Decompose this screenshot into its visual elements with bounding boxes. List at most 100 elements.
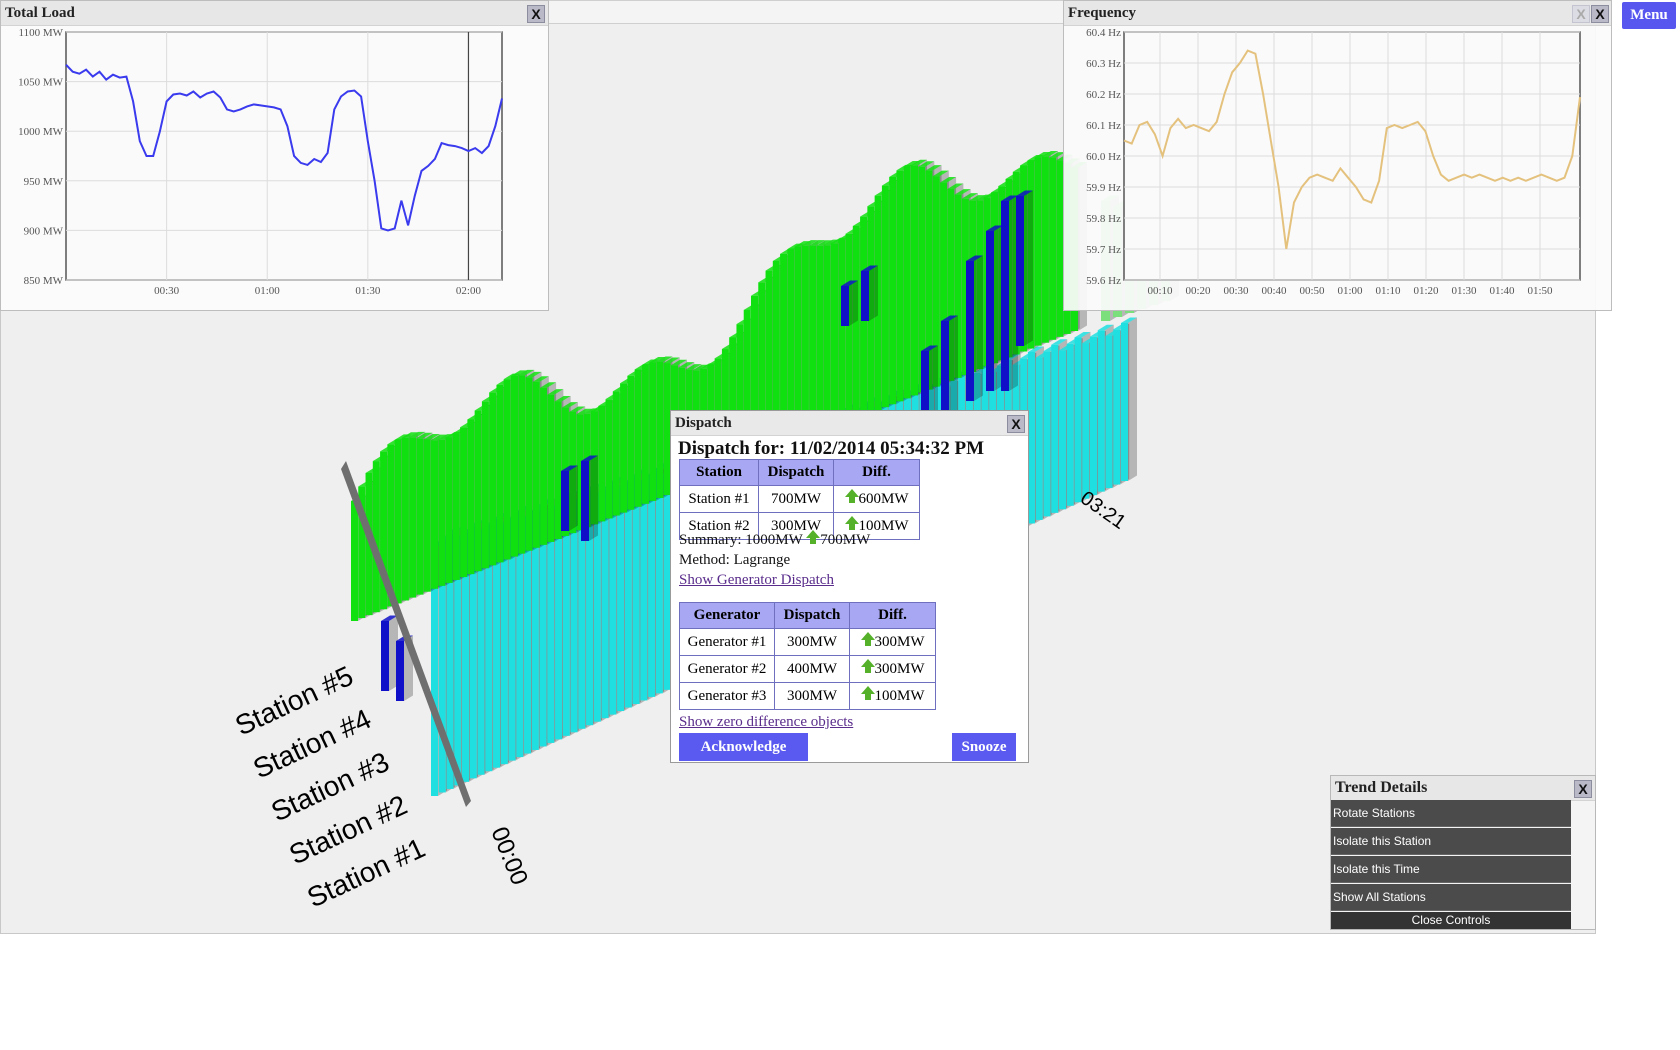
cyan-bar	[1121, 323, 1128, 481]
summary-text: Summary: 1000MW	[679, 532, 803, 548]
cyan-bar	[617, 488, 625, 712]
green-bar	[532, 381, 540, 548]
blue-bar-side	[589, 455, 598, 541]
generator-table: Generator Dispatch Diff. Generator #1 30…	[679, 602, 936, 710]
station-diff: 600MW	[833, 485, 920, 513]
show-generator-dispatch-link[interactable]: Show Generator Dispatch	[679, 572, 834, 589]
green-bar	[903, 166, 911, 399]
column-header: Diff.	[833, 459, 920, 486]
green-bar	[1034, 157, 1042, 346]
green-bar	[372, 461, 380, 613]
green-bar	[474, 410, 482, 572]
cyan-bar	[1027, 351, 1035, 524]
green-bar	[481, 401, 489, 569]
summary-diff: 700MW	[820, 532, 871, 548]
rotate-stations-button[interactable]: Rotate Stations	[1331, 800, 1571, 827]
green-bar	[547, 394, 555, 542]
green-bar	[460, 427, 468, 578]
green-bar	[896, 170, 904, 402]
cyan-bar	[601, 488, 609, 719]
isolate-time-button[interactable]: Isolate this Time	[1331, 856, 1571, 883]
frequency-title[interactable]: Frequency	[1064, 1, 1611, 26]
cyan-bar	[1058, 350, 1066, 510]
total-load-chart: 1100 MW 1050 MW 1000 MW 950 MW 900 MW 850 MW 0…	[18, 27, 503, 297]
x-tick-label: 01:40	[1489, 285, 1515, 297]
cyan-bar	[624, 481, 632, 708]
green-bar	[525, 377, 533, 551]
cyan-bar	[1097, 330, 1105, 492]
green-bar	[554, 401, 562, 539]
acknowledge-button[interactable]: Acknowledge	[679, 733, 808, 761]
cyan-bar	[1074, 337, 1082, 503]
snooze-button[interactable]: Snooze	[952, 733, 1016, 761]
blue-bar	[966, 261, 974, 401]
green-bar	[452, 433, 460, 580]
frequency-chart: 60.4 Hz 60.3 Hz 60.2 Hz 60.1 Hz 60.0 Hz 59.9 …	[1086, 27, 1581, 297]
generator-diff-value: 100MW	[874, 687, 925, 704]
trend-details-title[interactable]: Trend Details	[1331, 776, 1595, 801]
green-bar	[431, 440, 438, 589]
green-bar	[612, 391, 620, 516]
total-load-panel: Total Load X 1100 MW 1050 MW 1000 MW 950 MW…	[0, 0, 549, 311]
show-all-stations-button[interactable]: Show All Stations	[1331, 884, 1571, 911]
arrow-up-icon	[860, 658, 875, 673]
frequency-close-faded-button[interactable]: X	[1572, 5, 1590, 23]
table-row: Station #1 700MW 600MW	[679, 485, 920, 513]
cyan-bar	[1089, 336, 1097, 496]
green-bar	[351, 501, 358, 621]
blue-bar	[1001, 201, 1009, 391]
frequency-close-button[interactable]: X	[1591, 5, 1609, 23]
blue-bar-side	[569, 465, 578, 531]
x-tick-label: 00:20	[1185, 285, 1211, 297]
green-bar	[823, 245, 831, 431]
generator-diff: 100MW	[849, 682, 936, 710]
green-bar	[656, 361, 664, 498]
x-tick-label: 01:00	[1337, 285, 1363, 297]
x-tick-label: 01:00	[255, 285, 281, 297]
blue-bar	[861, 271, 869, 321]
frequency-panel: Frequency X X 60.4 Hz 60.3 Hz 60.2 Hz 60.1 …	[1063, 0, 1612, 311]
y-tick-label: 1000 MW	[18, 126, 64, 138]
blue-bar	[1016, 196, 1024, 346]
trend-details-panel: Trend Details X Rotate Stations Isolate …	[1330, 775, 1596, 930]
dispatch-title[interactable]: Dispatch	[671, 411, 1028, 436]
y-tick-label: 900 MW	[24, 225, 64, 237]
x-tick-label: 00:30	[1223, 285, 1249, 297]
green-bar	[598, 406, 606, 522]
close-controls-button[interactable]: Close Controls	[1331, 912, 1571, 929]
generator-name: Generator #1	[679, 628, 775, 656]
station-table-header: Station Dispatch Diff.	[679, 459, 920, 486]
green-bar	[634, 369, 642, 507]
green-bar	[518, 375, 526, 554]
x-tick-label: 01:30	[1451, 285, 1477, 297]
dispatch-close-button[interactable]: X	[1007, 415, 1025, 433]
cyan-bar	[570, 502, 578, 733]
menu-button[interactable]: Menu	[1622, 2, 1676, 29]
top-strip	[549, 0, 1063, 24]
green-bar	[445, 437, 453, 583]
total-load-close-button[interactable]: X	[527, 5, 545, 23]
generator-diff: 300MW	[849, 655, 936, 683]
y-tick-label: 59.8 Hz	[1086, 213, 1121, 225]
generator-dispatch: 300MW	[774, 628, 850, 656]
green-bar	[809, 245, 817, 437]
show-zero-difference-link[interactable]: Show zero difference objects	[679, 714, 853, 731]
total-load-title[interactable]: Total Load	[1, 1, 548, 26]
generator-diff: 300MW	[849, 628, 936, 656]
cyan-bar	[1035, 357, 1043, 520]
blue-bar	[396, 641, 404, 701]
green-bar	[423, 439, 431, 592]
blue-bar	[561, 471, 569, 531]
column-header: Diff.	[849, 602, 936, 629]
column-header: Dispatch	[758, 459, 834, 486]
station-name: Station #1	[679, 485, 759, 513]
x-tick-label: 00:40	[1261, 285, 1287, 297]
cyan-bar	[1066, 343, 1074, 506]
y-tick-label: 59.7 Hz	[1086, 244, 1121, 256]
generator-table-header: Generator Dispatch Diff.	[679, 602, 936, 629]
isolate-station-button[interactable]: Isolate this Station	[1331, 828, 1571, 855]
trend-close-button[interactable]: X	[1574, 780, 1592, 798]
green-bar	[641, 364, 649, 504]
y-tick-label: 60.3 Hz	[1086, 58, 1121, 70]
cyan-bar	[640, 480, 648, 701]
